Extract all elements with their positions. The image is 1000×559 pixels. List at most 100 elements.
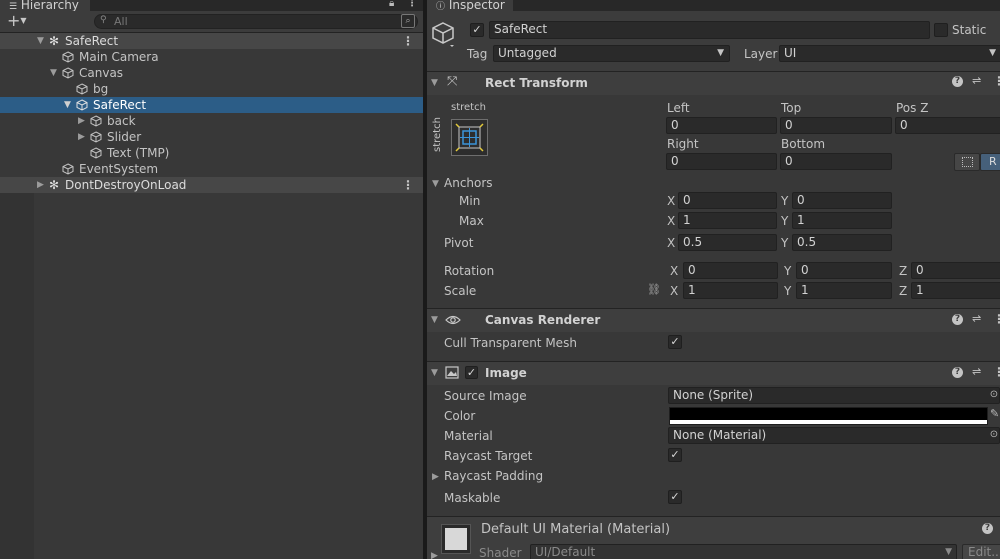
scale-x-field[interactable]: 1	[683, 282, 778, 299]
top-field[interactable]: 0	[780, 117, 892, 134]
scene-row-saferect[interactable]: ▼ ✻ SafeRect ⋮	[0, 33, 423, 49]
collapsed-arrow-icon[interactable]: ▶	[432, 472, 439, 482]
axis-x-label[interactable]: X	[667, 194, 675, 208]
axis-y-label[interactable]: Y	[781, 214, 788, 228]
tree-item-bg[interactable]: bg	[0, 81, 423, 97]
anchor-preset-button[interactable]	[451, 119, 488, 156]
object-name-field[interactable]: SafeRect	[489, 21, 930, 39]
anchor-max-y-field[interactable]: 1	[792, 212, 892, 229]
active-checkbox[interactable]: ✓	[470, 23, 484, 37]
axis-y-label[interactable]: Y	[784, 284, 791, 298]
preset-icon[interactable]: ⇌	[972, 312, 981, 325]
tab-menu-icon[interactable]: ⋮	[407, 0, 417, 9]
cull-transparent-mesh-label: Cull Transparent Mesh	[444, 336, 577, 350]
rotation-y-field[interactable]: 0	[796, 262, 892, 279]
tag-dropdown[interactable]: Untagged ▼	[493, 45, 730, 62]
collapsed-arrow-icon[interactable]: ▶	[431, 551, 438, 559]
axis-x-label[interactable]: X	[670, 284, 678, 298]
expand-arrow-icon[interactable]: ▼	[37, 33, 44, 49]
add-button[interactable]: +▼	[7, 12, 27, 30]
axis-z-label[interactable]: Z	[899, 264, 907, 278]
expand-arrow-icon[interactable]: ▼	[50, 65, 57, 81]
cull-transparent-mesh-checkbox[interactable]: ✓	[668, 335, 682, 349]
pivot-x-field[interactable]: 0.5	[678, 234, 777, 251]
tree-item-main-camera[interactable]: Main Camera	[0, 49, 423, 65]
anchors-label[interactable]: Anchors	[444, 176, 493, 190]
scale-y-field[interactable]: 1	[796, 282, 892, 299]
posz-field[interactable]: 0	[895, 117, 1000, 134]
help-icon[interactable]: ?	[952, 314, 963, 325]
shader-dropdown[interactable]: UI/Default ▼	[530, 544, 957, 559]
material-field[interactable]: None (Material) ⊙	[668, 427, 1000, 444]
anchor-vertical-label: stretch	[432, 117, 443, 152]
image-header[interactable]: ▼ ✓ Image ? ⇌ ⋮	[427, 361, 1000, 385]
kebab-menu-icon[interactable]: ⋮	[993, 312, 1000, 326]
help-icon[interactable]: ?	[982, 523, 993, 534]
collapsed-arrow-icon[interactable]: ▶	[78, 113, 85, 129]
raycast-target-checkbox[interactable]: ✓	[668, 448, 682, 462]
axis-z-label[interactable]: Z	[899, 284, 907, 298]
kebab-menu-icon[interactable]: ⋮	[402, 177, 414, 193]
lock-icon[interactable]: 🔒︎	[389, 0, 394, 9]
left-field[interactable]: 0	[666, 117, 777, 134]
help-icon[interactable]: ?	[952, 76, 963, 87]
hierarchy-tab[interactable]: ☰ Hierarchy	[0, 0, 90, 11]
image-enabled-checkbox[interactable]: ✓	[465, 366, 478, 379]
canvas-renderer-header[interactable]: ▼ Canvas Renderer ? ⇌ ⋮	[427, 308, 1000, 332]
expand-arrow-icon[interactable]: ▼	[431, 315, 438, 325]
rotation-x-field[interactable]: 0	[683, 262, 778, 279]
collapsed-arrow-icon[interactable]: ▶	[78, 129, 85, 145]
preset-icon[interactable]: ⇌	[972, 365, 981, 378]
search-field[interactable]: ⚲ All ⌕	[94, 14, 418, 29]
expand-arrow-icon[interactable]: ▼	[431, 368, 438, 378]
layer-dropdown[interactable]: UI ▼	[779, 45, 1000, 62]
expand-arrow-icon[interactable]: ▼	[431, 78, 438, 88]
axis-y-label[interactable]: Y	[781, 236, 788, 250]
tree-item-slider[interactable]: ▶ Slider	[0, 129, 423, 145]
rect-transform-header[interactable]: ▼ ⤧ Rect Transform ? ⇌ ⋮	[427, 71, 1000, 95]
raw-edit-button[interactable]: R	[980, 153, 1000, 171]
scene-row-dontdestroyonload[interactable]: ▶ ✻ DontDestroyOnLoad ⋮	[0, 177, 423, 193]
eyedropper-icon[interactable]: ✎	[990, 407, 999, 420]
axis-x-label[interactable]: X	[670, 264, 678, 278]
blueprint-mode-button[interactable]	[954, 153, 980, 171]
gameobject-cube-icon	[76, 83, 88, 95]
object-picker-icon[interactable]: ⊙	[988, 388, 999, 403]
scale-z-field[interactable]: 1	[911, 282, 1000, 299]
right-field[interactable]: 0	[666, 153, 777, 170]
bottom-field[interactable]: 0	[780, 153, 892, 170]
color-field[interactable]	[669, 407, 988, 425]
constrain-proportions-link-icon[interactable]: ⛓︎	[647, 283, 661, 296]
axis-x-label[interactable]: X	[667, 236, 675, 250]
axis-x-label[interactable]: X	[667, 214, 675, 228]
tree-item-saferect-selected[interactable]: ▼ SafeRect	[0, 97, 423, 113]
edit-shader-button[interactable]: Edit...	[962, 544, 1000, 559]
expand-arrow-icon[interactable]: ▼	[64, 97, 71, 113]
axis-y-label[interactable]: Y	[784, 264, 791, 278]
expand-arrow-icon[interactable]: ▼	[432, 179, 439, 189]
tree-item-eventsystem[interactable]: EventSystem	[0, 161, 423, 177]
kebab-menu-icon[interactable]: ⋮	[993, 365, 1000, 379]
tree-item-text-tmp[interactable]: Text (TMP)	[0, 145, 423, 161]
preset-icon[interactable]: ⇌	[972, 74, 981, 87]
tree-item-canvas[interactable]: ▼ Canvas	[0, 65, 423, 81]
source-image-field[interactable]: None (Sprite) ⊙	[668, 387, 1000, 404]
collapsed-arrow-icon[interactable]: ▶	[37, 177, 44, 193]
pivot-y-field[interactable]: 0.5	[792, 234, 892, 251]
help-icon[interactable]: ?	[952, 367, 963, 378]
gameobject-cube-icon[interactable]	[431, 21, 455, 47]
inspector-tab[interactable]: ⓘ Inspector	[427, 0, 513, 11]
anchor-min-x-field[interactable]: 0	[678, 192, 777, 209]
scene-search-icon[interactable]: ⌕	[401, 14, 415, 28]
kebab-menu-icon[interactable]: ⋮	[993, 74, 1000, 88]
rotation-z-field[interactable]: 0	[911, 262, 1000, 279]
object-picker-icon[interactable]: ⊙	[988, 428, 999, 443]
kebab-menu-icon[interactable]: ⋮	[402, 33, 414, 49]
anchor-max-x-field[interactable]: 1	[678, 212, 777, 229]
anchor-min-y-field[interactable]: 0	[792, 192, 892, 209]
raycast-padding-label[interactable]: Raycast Padding	[444, 469, 543, 483]
tree-item-back[interactable]: ▶ back	[0, 113, 423, 129]
static-checkbox[interactable]	[934, 23, 948, 37]
maskable-checkbox[interactable]: ✓	[668, 490, 682, 504]
axis-y-label[interactable]: Y	[781, 194, 788, 208]
